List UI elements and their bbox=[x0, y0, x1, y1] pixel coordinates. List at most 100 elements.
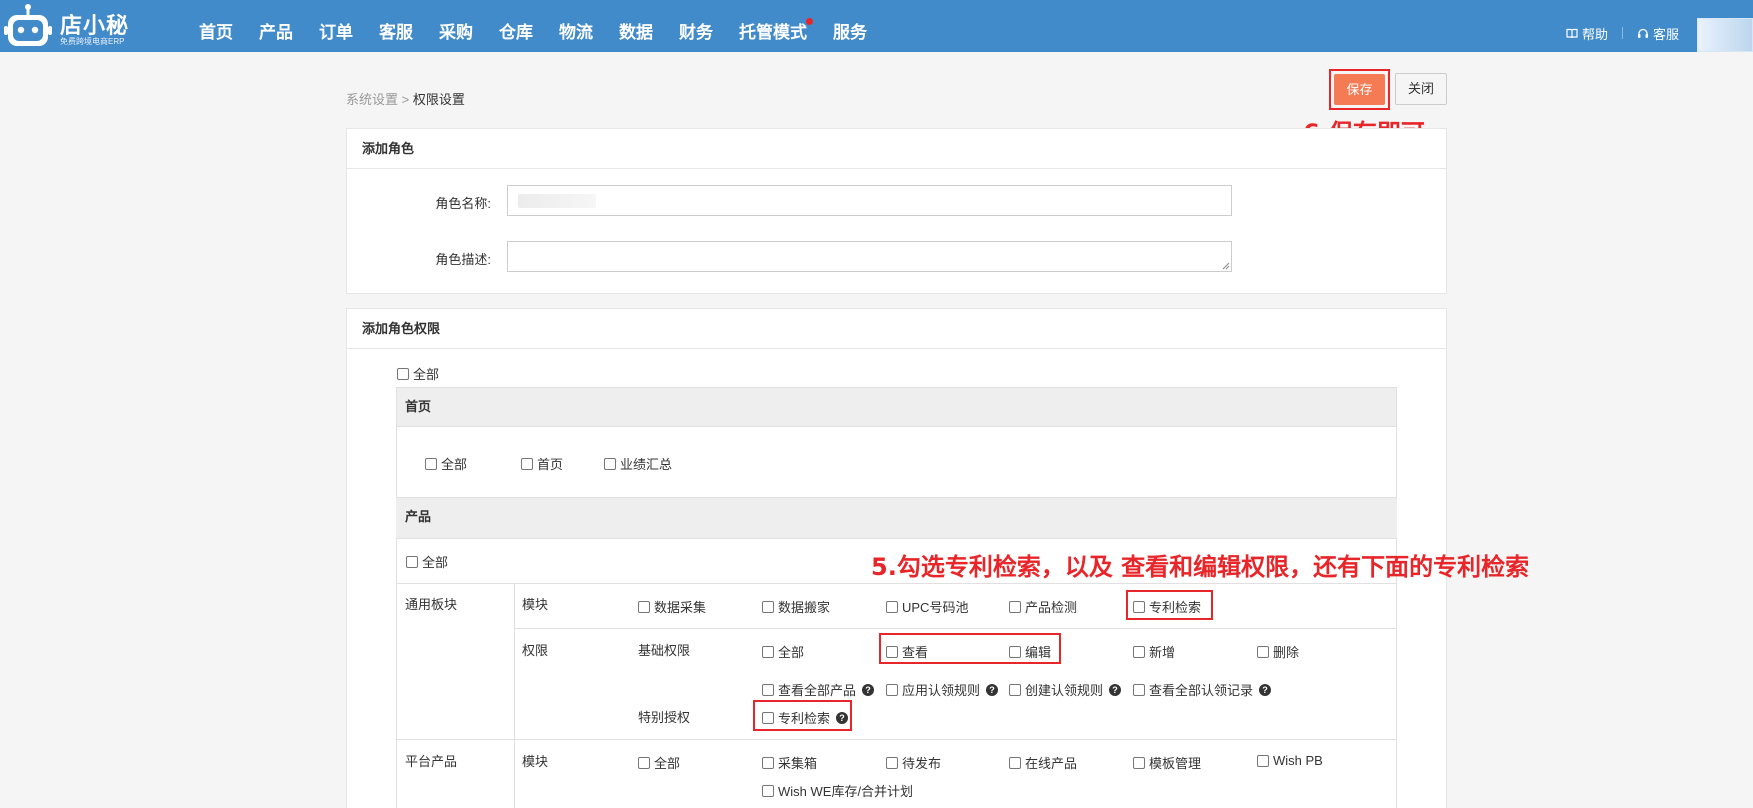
nav-item-home[interactable]: 首页 bbox=[186, 0, 246, 52]
checkbox[interactable] bbox=[604, 457, 616, 470]
checkbox[interactable] bbox=[762, 683, 774, 696]
perm-view-all-claims-checkbox[interactable]: 查看全部认领记录? bbox=[1133, 680, 1272, 699]
special-auth-label: 特别授权 bbox=[638, 710, 691, 725]
checkbox[interactable] bbox=[397, 367, 409, 380]
perm-view-all-products-checkbox[interactable]: 查看全部产品? bbox=[762, 680, 875, 699]
perm-label: 查看全部产品 bbox=[778, 683, 857, 698]
perm-add-checkbox[interactable]: 新增 bbox=[1133, 642, 1175, 661]
checkbox[interactable] bbox=[638, 600, 650, 613]
save-button[interactable]: 保存 bbox=[1334, 74, 1385, 105]
add-role-panel: 添加角色 角色名称: 角色描述: bbox=[346, 128, 1447, 294]
module-upc-pool-checkbox[interactable]: UPC号码池 bbox=[886, 597, 968, 616]
nav-item-product[interactable]: 产品 bbox=[246, 0, 306, 52]
logo[interactable]: 店小秘 免费跨境电商ERP bbox=[4, 2, 134, 48]
permission-panel-title: 添加角色权限 bbox=[347, 309, 1446, 349]
perm-all-checkbox[interactable]: 全部 bbox=[762, 642, 804, 661]
module-patent-search-checkbox[interactable]: 专利检索 bbox=[1133, 597, 1201, 616]
breadcrumb-parent[interactable]: 系统设置 bbox=[346, 92, 398, 107]
perm-label: 删除 bbox=[1273, 645, 1300, 660]
home-performance-checkbox[interactable]: 业绩汇总 bbox=[604, 454, 672, 473]
checkbox[interactable] bbox=[638, 756, 650, 769]
nav-item-managed-mode[interactable]: 托管模式 bbox=[726, 0, 820, 52]
user-avatar[interactable] bbox=[1697, 18, 1753, 52]
general-perm-label: 权限 bbox=[522, 643, 549, 658]
checkbox[interactable] bbox=[1009, 645, 1021, 658]
module-label: 专利检索 bbox=[1149, 600, 1202, 615]
product-all-label: 全部 bbox=[422, 555, 449, 570]
nav-item-purchase[interactable]: 采购 bbox=[426, 0, 486, 52]
module-label: 数据搬家 bbox=[778, 600, 831, 615]
checkbox[interactable] bbox=[886, 645, 898, 658]
perm-label: 新增 bbox=[1149, 645, 1176, 660]
help-icon[interactable]: ? bbox=[836, 711, 849, 724]
nav-item-services[interactable]: 服务 bbox=[820, 0, 880, 52]
grid-line bbox=[514, 583, 515, 808]
checkbox[interactable] bbox=[1257, 754, 1269, 767]
checkbox[interactable] bbox=[1009, 683, 1021, 696]
nav-item-data[interactable]: 数据 bbox=[606, 0, 666, 52]
perm-edit-checkbox[interactable]: 编辑 bbox=[1009, 642, 1051, 661]
checkbox[interactable] bbox=[1133, 645, 1145, 658]
perm-delete-checkbox[interactable]: 删除 bbox=[1257, 642, 1299, 661]
blurred-value bbox=[518, 194, 596, 208]
platform-online-products-checkbox[interactable]: 在线产品 bbox=[1009, 753, 1077, 772]
checkbox[interactable] bbox=[762, 784, 774, 797]
checkbox[interactable] bbox=[886, 600, 898, 613]
platform-wish-we-checkbox[interactable]: Wish WE库存/合并计划 bbox=[762, 781, 913, 800]
checkbox[interactable] bbox=[762, 645, 774, 658]
checkbox[interactable] bbox=[886, 683, 898, 696]
nav-item-order[interactable]: 订单 bbox=[306, 0, 366, 52]
platform-pending-publish-checkbox[interactable]: 待发布 bbox=[886, 753, 941, 772]
help-icon[interactable]: ? bbox=[1259, 683, 1272, 696]
nav-item-logistics[interactable]: 物流 bbox=[546, 0, 606, 52]
help-icon[interactable]: ? bbox=[986, 683, 999, 696]
checkbox[interactable] bbox=[406, 555, 418, 568]
select-all-checkbox[interactable]: 全部 bbox=[397, 364, 439, 383]
module-data-move-checkbox[interactable]: 数据搬家 bbox=[762, 597, 830, 616]
support-label: 客服 bbox=[1652, 26, 1679, 42]
perm-apply-claim-rule-checkbox[interactable]: 应用认领规则? bbox=[886, 680, 999, 699]
platform-label: 全部 bbox=[654, 756, 681, 771]
support-link[interactable]: 客服 bbox=[1623, 24, 1693, 43]
module-data-collect-checkbox[interactable]: 数据采集 bbox=[638, 597, 706, 616]
role-desc-textarea[interactable] bbox=[507, 241, 1232, 272]
perm-view-checkbox[interactable]: 查看 bbox=[886, 642, 928, 661]
platform-wish-pb-checkbox[interactable]: Wish PB bbox=[1257, 753, 1323, 768]
perm-create-claim-rule-checkbox[interactable]: 创建认领规则? bbox=[1009, 680, 1122, 699]
checkbox[interactable] bbox=[762, 600, 774, 613]
platform-all-checkbox[interactable]: 全部 bbox=[638, 753, 680, 772]
platform-collect-box-checkbox[interactable]: 采集箱 bbox=[762, 753, 817, 772]
special-patent-search-checkbox[interactable]: 专利检索? bbox=[762, 708, 849, 727]
checkbox[interactable] bbox=[1133, 683, 1145, 696]
home-home-checkbox[interactable]: 首页 bbox=[521, 454, 563, 473]
perm-label: 查看全部认领记录 bbox=[1149, 683, 1254, 698]
checkbox[interactable] bbox=[1009, 756, 1021, 769]
checkbox[interactable] bbox=[1257, 645, 1269, 658]
checkbox[interactable] bbox=[1009, 600, 1021, 613]
help-icon[interactable]: ? bbox=[862, 683, 875, 696]
home-all-checkbox[interactable]: 全部 bbox=[425, 454, 467, 473]
product-all-checkbox[interactable]: 全部 bbox=[406, 552, 448, 571]
help-icon[interactable]: ? bbox=[1109, 683, 1122, 696]
role-name-label: 角色名称: bbox=[435, 196, 491, 211]
nav-item-finance[interactable]: 财务 bbox=[666, 0, 726, 52]
checkbox[interactable] bbox=[762, 756, 774, 769]
nav-item-warehouse[interactable]: 仓库 bbox=[486, 0, 546, 52]
checkbox[interactable] bbox=[886, 756, 898, 769]
close-button[interactable]: 关闭 bbox=[1395, 73, 1447, 105]
module-product-check-checkbox[interactable]: 产品检测 bbox=[1009, 597, 1077, 616]
resize-handle-icon[interactable] bbox=[1222, 262, 1230, 270]
platform-template-mgmt-checkbox[interactable]: 模板管理 bbox=[1133, 753, 1201, 772]
checkbox[interactable] bbox=[762, 711, 774, 724]
checkbox[interactable] bbox=[1133, 600, 1145, 613]
checkbox[interactable] bbox=[425, 457, 437, 470]
book-icon bbox=[1566, 28, 1578, 38]
perm-label: 编辑 bbox=[1025, 645, 1052, 660]
nav-item-customer-service[interactable]: 客服 bbox=[366, 0, 426, 52]
role-name-input[interactable] bbox=[507, 185, 1232, 216]
checkbox[interactable] bbox=[521, 457, 533, 470]
robot-logo-icon bbox=[4, 4, 52, 46]
section-home-title: 首页 bbox=[405, 399, 432, 414]
help-link[interactable]: 帮助 bbox=[1552, 24, 1622, 43]
checkbox[interactable] bbox=[1133, 756, 1145, 769]
